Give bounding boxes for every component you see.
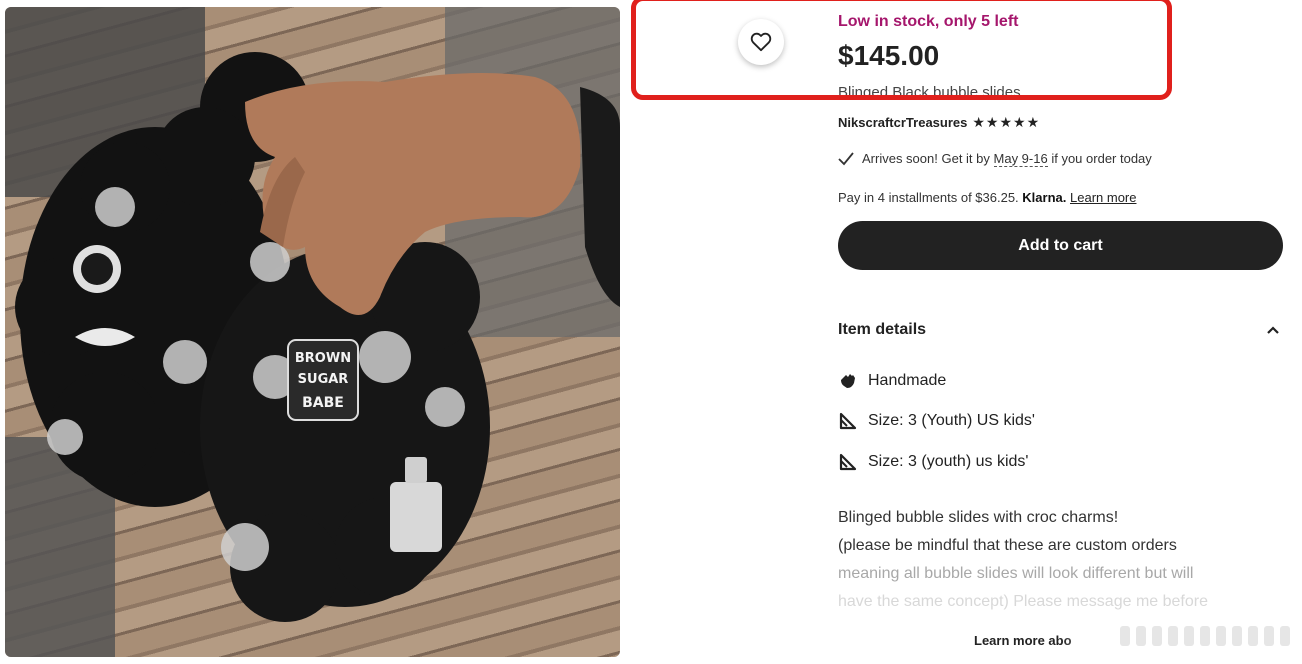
- learn-more-about-item-link[interactable]: Learn more abo: [974, 633, 1072, 648]
- description-line: meaning all bubble slides will look diff…: [838, 565, 1194, 582]
- description-line: have the same concept) Please message me…: [838, 593, 1208, 610]
- detail-row-size: Size: 3 (Youth) US kids': [838, 411, 1035, 431]
- item-details-heading: Item details: [838, 321, 927, 338]
- checkmark-icon: [838, 151, 854, 165]
- ruler-triangle-icon: [839, 453, 857, 471]
- item-description: Blinged bubble slides with croc charms! …: [838, 504, 1268, 616]
- heart-icon: [750, 32, 772, 52]
- favorite-button[interactable]: [738, 19, 784, 65]
- installment-text: Pay in 4 installments of $36.25.: [838, 190, 1019, 205]
- detail-text: Size: 3 (youth) us kids': [868, 453, 1029, 470]
- svg-text:BABE: BABE: [302, 395, 344, 411]
- delivery-estimate: Arrives soon! Get it by May 9-16 if you …: [838, 151, 1152, 167]
- klarna-logo: Klarna.: [1022, 190, 1067, 205]
- price: $145.00: [838, 40, 940, 71]
- svg-text:SUGAR: SUGAR: [298, 372, 349, 387]
- rating-stars: ★★★★★: [972, 114, 1041, 130]
- watermark: [1120, 626, 1290, 646]
- listing-title: Blinged Black bubble slides: [838, 84, 1021, 96]
- delivery-dates[interactable]: May 9-16: [993, 151, 1048, 167]
- svg-text:BROWN: BROWN: [295, 351, 351, 366]
- product-photo[interactable]: BROWN SUGAR BABE: [5, 7, 620, 657]
- description-line: Blinged bubble slides with croc charms!: [838, 509, 1119, 526]
- item-details-toggle[interactable]: Item details: [838, 321, 1280, 339]
- chevron-up-icon: [1267, 326, 1279, 334]
- klarna-learn-more-link[interactable]: Learn more: [1070, 190, 1136, 205]
- add-to-cart-button[interactable]: Add to cart: [838, 221, 1283, 270]
- detail-text: Size: 3 (Youth) US kids': [868, 412, 1035, 429]
- hand-icon: [841, 374, 855, 388]
- installment-info: Pay in 4 installments of $36.25. Klarna.…: [838, 190, 1136, 205]
- ruler-triangle-icon: [839, 412, 857, 430]
- shop-name[interactable]: NikscraftcrTreasures: [838, 115, 967, 130]
- delivery-prefix: Arrives soon! Get it by: [862, 151, 990, 166]
- detail-row-handmade: Handmade: [838, 371, 946, 391]
- stock-notice: Low in stock, only 5 left: [838, 13, 1019, 30]
- delivery-suffix: if you order today: [1051, 151, 1152, 166]
- detail-row-size-alt: Size: 3 (youth) us kids': [838, 452, 1028, 472]
- product-image-illustration: BROWN SUGAR BABE: [5, 7, 620, 657]
- description-line: (please be mindful that these are custom…: [838, 537, 1177, 554]
- detail-text: Handmade: [868, 372, 947, 389]
- shop-info[interactable]: NikscraftcrTreasures ★★★★★: [838, 114, 1040, 131]
